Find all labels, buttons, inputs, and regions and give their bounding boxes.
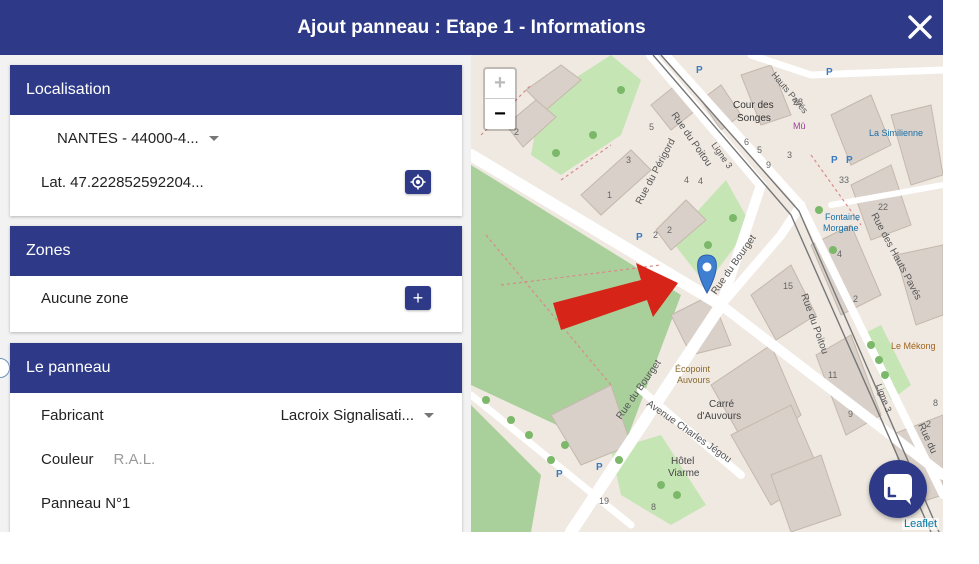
poi-cour-2: Songes — [737, 113, 771, 124]
svg-text:5: 5 — [757, 145, 762, 155]
poi-ecopoint-2: Auvours — [677, 375, 711, 385]
commune-value: NANTES - 44000-4... — [57, 129, 199, 147]
svg-text:9: 9 — [848, 409, 853, 419]
svg-text:5: 5 — [649, 122, 654, 132]
svg-text:P: P — [636, 232, 643, 243]
no-zone-label: Aucune zone — [41, 289, 129, 307]
sign-number-label: Panneau N°1 — [41, 494, 131, 512]
chat-button[interactable] — [869, 460, 927, 518]
close-icon — [908, 15, 932, 39]
localisation-card: Localisation NANTES - 44000-4... Lat. 47… — [10, 65, 462, 216]
localisation-header: Localisation — [10, 65, 462, 115]
sign-header: Le panneau — [10, 343, 462, 393]
ral-input[interactable]: R.A.L. — [114, 451, 156, 468]
color-label: Couleur — [41, 450, 94, 468]
map-attribution[interactable]: Leaflet — [901, 518, 939, 530]
svg-text:P: P — [831, 155, 838, 166]
crosshair-icon — [410, 174, 426, 190]
svg-text:P: P — [696, 65, 703, 76]
zoom-out-button[interactable]: − — [485, 99, 515, 129]
svg-text:11: 11 — [828, 370, 837, 380]
poi-ecopoint-1: Écopoint — [675, 364, 711, 374]
poi-fontaine-1: Fontaine — [825, 212, 860, 222]
dialog-header: Ajout panneau : Etape 1 - Informations — [0, 0, 943, 55]
svg-text:3: 3 — [626, 155, 631, 165]
svg-text:P: P — [846, 155, 853, 166]
svg-text:P: P — [596, 462, 603, 473]
dialog-title: Ajout panneau : Etape 1 - Informations — [297, 16, 646, 38]
svg-text:19: 19 — [599, 496, 609, 506]
close-button[interactable] — [905, 12, 935, 42]
coordinates-row: Lat. 47.222852592204... — [10, 160, 462, 204]
coordinates-value: Lat. 47.222852592204... — [41, 173, 204, 191]
locate-button[interactable] — [405, 170, 431, 194]
svg-text:8: 8 — [651, 502, 656, 512]
color-row: Couleur R.A.L. — [10, 437, 462, 481]
commune-select[interactable]: NANTES - 44000-4... — [10, 116, 462, 160]
poi-mu: Mû — [793, 121, 806, 131]
svg-text:8: 8 — [933, 398, 938, 408]
chat-icon — [884, 474, 912, 505]
poi-hotel-1: Hôtel — [671, 456, 694, 467]
svg-text:15: 15 — [783, 281, 793, 291]
poi-fontaine-2: Morgane — [823, 223, 859, 233]
add-zone-button[interactable]: + — [405, 286, 431, 310]
manufacturer-label: Fabricant — [41, 406, 104, 424]
svg-text:P: P — [556, 469, 563, 480]
zoom-in-button[interactable]: + — [485, 69, 515, 99]
svg-text:2: 2 — [653, 230, 658, 240]
svg-text:P: P — [826, 67, 833, 78]
poi-similienne: La Similienne — [869, 128, 923, 138]
svg-text:2: 2 — [853, 294, 858, 304]
sign-card: Le panneau Fabricant Lacroix Signalisati… — [10, 343, 462, 532]
plus-icon: + — [412, 288, 424, 308]
svg-text:3: 3 — [787, 150, 792, 160]
zoom-control: + − — [483, 67, 517, 131]
svg-text:9: 9 — [766, 160, 771, 170]
zones-row: Aucune zone + — [10, 276, 462, 320]
svg-text:4: 4 — [698, 176, 703, 186]
zones-header: Zones — [10, 226, 462, 276]
svg-text:1: 1 — [607, 190, 612, 200]
svg-text:4: 4 — [684, 175, 689, 185]
poi-hotel-2: Viarme — [668, 468, 700, 479]
form-panel: Localisation NANTES - 44000-4... Lat. 47… — [0, 55, 471, 532]
zones-card: Zones Aucune zone + — [10, 226, 462, 332]
svg-text:2: 2 — [926, 419, 931, 429]
svg-text:28: 28 — [793, 97, 803, 107]
svg-text:22: 22 — [878, 202, 888, 212]
poi-carre-2: d'Auvours — [697, 411, 741, 422]
svg-text:33: 33 — [839, 175, 849, 185]
manufacturer-value: Lacroix Signalisati... — [280, 406, 414, 424]
chevron-down-icon — [424, 412, 434, 418]
svg-text:4: 4 — [837, 249, 842, 259]
sign-number-row: Panneau N°1 — [10, 481, 462, 525]
poi-carre-1: Carré — [709, 399, 734, 410]
add-sign-dialog: Ajout panneau : Etape 1 - Informations L… — [0, 0, 943, 532]
edge-handle — [0, 358, 10, 378]
svg-text:2: 2 — [667, 225, 672, 235]
chevron-down-icon — [208, 135, 219, 141]
svg-text:6: 6 — [744, 137, 749, 147]
poi-mekong: Le Mékong — [891, 341, 936, 351]
poi-cour-1: Cour des — [733, 100, 774, 111]
manufacturer-select[interactable]: Lacroix Signalisati... — [281, 407, 434, 424]
manufacturer-row: Fabricant Lacroix Signalisati... — [10, 393, 462, 437]
